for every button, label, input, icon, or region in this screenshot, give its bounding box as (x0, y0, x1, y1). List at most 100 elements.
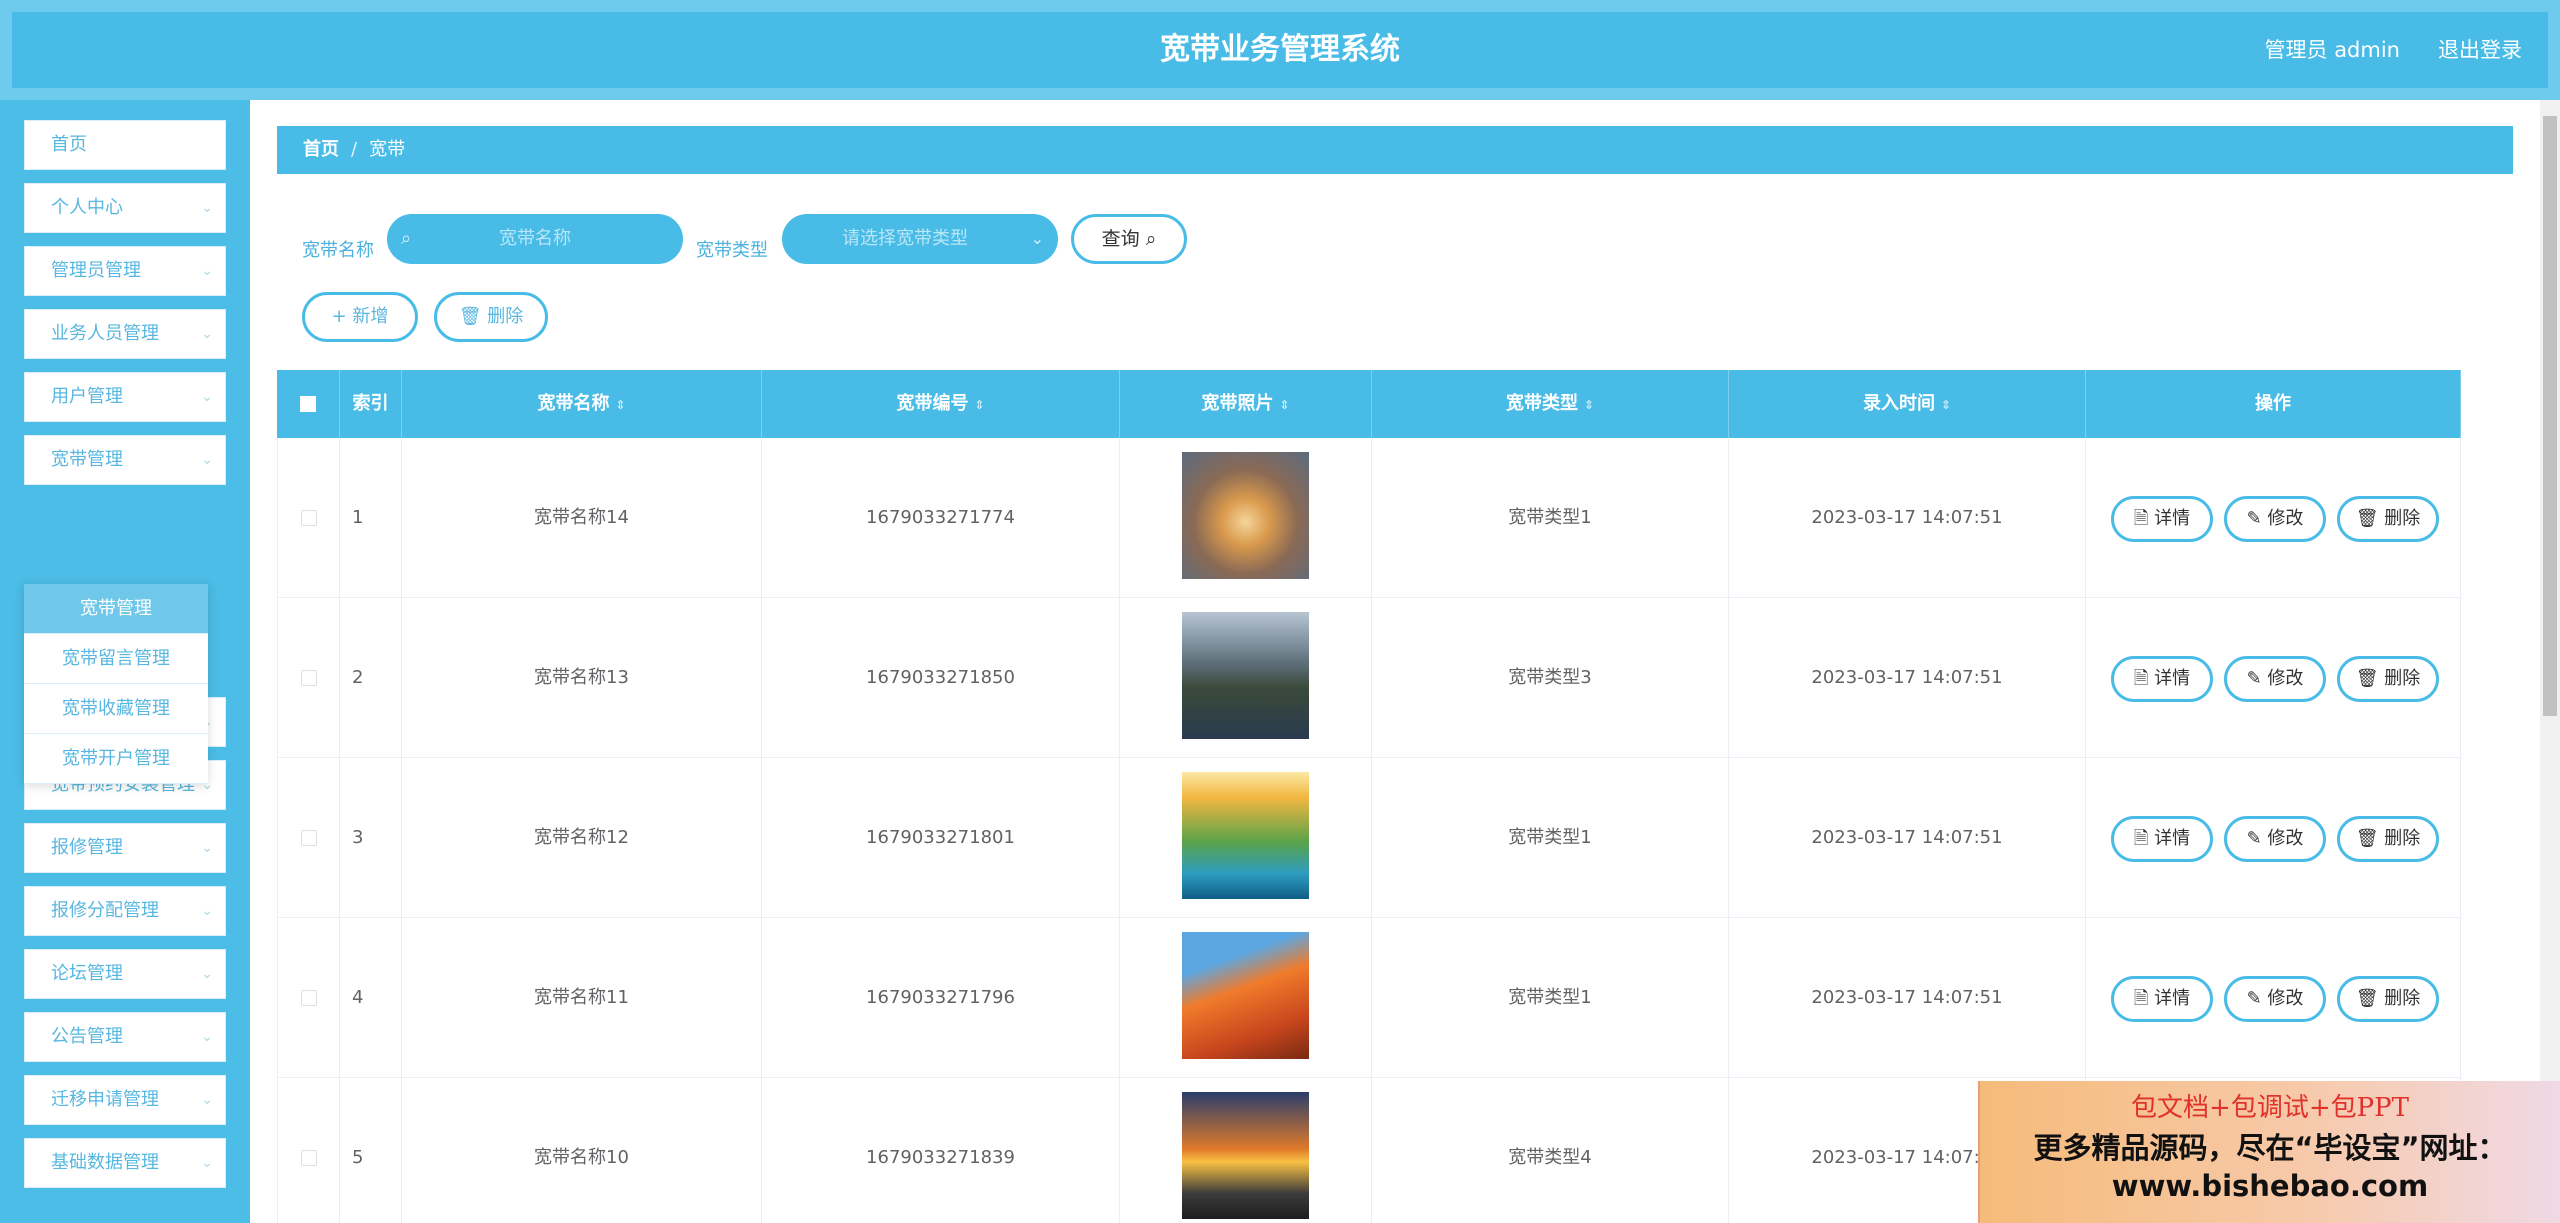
edit-button[interactable]: ✎ 修改 (2224, 976, 2326, 1022)
sidebar-item[interactable]: 论坛管理 ⌄ (24, 949, 226, 999)
delete-button-label: 删除 (2384, 828, 2421, 849)
index-cell: 2 (340, 598, 402, 758)
delete-button[interactable]: 🗑 删除 (2337, 816, 2439, 862)
type-cell: 宽带类型1 (1372, 758, 1729, 918)
code-cell: 1679033271839 (762, 1078, 1120, 1223)
column-header-label: 宽带类型 (1505, 393, 1578, 414)
column-header[interactable]: 宽带照片 ⇕ (1120, 370, 1372, 438)
photo-thumbnail[interactable] (1182, 932, 1309, 1059)
detail-button[interactable]: 🗎 详情 (2111, 656, 2213, 702)
sidebar-item[interactable]: 个人中心 ⌄ (24, 183, 226, 233)
photo-cell (1120, 758, 1372, 918)
header-bar: 宽带业务管理系统 管理员 admin 退出登录 (12, 12, 2548, 88)
add-button-label: 新增 (352, 306, 389, 327)
breadcrumb-home[interactable]: 首页 (303, 139, 339, 160)
column-header[interactable]: 宽带编号 ⇕ (762, 370, 1120, 438)
sidebar-item[interactable]: 管理员管理 ⌄ (24, 246, 226, 296)
row-select-cell (277, 598, 340, 758)
logout-link[interactable]: 退出登录 (2438, 12, 2522, 88)
page-scrollbar[interactable] (2540, 100, 2560, 1223)
promo-line-2: 更多精品源码，尽在“毕设宝”网址： (2033, 1131, 2507, 1165)
row-checkbox[interactable] (300, 510, 317, 526)
edit-button[interactable]: ✎ 修改 (2224, 656, 2326, 702)
edit-button[interactable]: ✎ 修改 (2224, 496, 2326, 542)
row-checkbox[interactable] (300, 1150, 317, 1166)
row-select-cell (277, 438, 340, 598)
detail-button[interactable]: 🗎 详情 (2111, 496, 2213, 542)
row-checkbox[interactable] (300, 670, 317, 686)
photo-thumbnail[interactable] (1182, 772, 1309, 899)
type-cell: 宽带类型4 (1372, 1078, 1729, 1223)
sidebar-item-label: 论坛管理 (51, 963, 123, 984)
column-header-label: 宽带照片 (1201, 393, 1274, 414)
chevron-down-icon: ⌄ (1030, 229, 1044, 248)
promo-url: www.bishebao.com (2111, 1169, 2429, 1203)
breadcrumb-current: 宽带 (369, 139, 406, 160)
photo-cell (1120, 1078, 1372, 1223)
sort-icon[interactable]: ⇕ (974, 398, 984, 412)
sort-icon[interactable]: ⇕ (1584, 398, 1594, 412)
sidebar-item[interactable]: 报修分配管理 ⌄ (24, 886, 226, 936)
submenu-item[interactable]: 宽带收藏管理 (24, 684, 208, 734)
submenu-item[interactable]: 宽带管理 (24, 584, 208, 634)
sidebar-item-label: 报修分配管理 (51, 900, 159, 921)
delete-button[interactable]: 🗑 删除 (2337, 656, 2439, 702)
row-checkbox[interactable] (300, 990, 317, 1006)
sidebar-item[interactable]: 首页 (24, 120, 226, 170)
sort-icon[interactable]: ⇕ (1279, 398, 1289, 412)
table-row: 2 宽带名称13 1679033271850 宽带类型3 2023-03-17 14:0… (277, 598, 2461, 758)
sidebar-item[interactable]: 基础数据管理 ⌄ (24, 1138, 226, 1188)
scrollbar-thumb[interactable] (2543, 116, 2557, 716)
sidebar-item[interactable]: 业务人员管理 ⌄ (24, 309, 226, 359)
query-button-label: 查询 (1101, 228, 1140, 250)
add-button[interactable]: + 新增 (302, 292, 418, 342)
query-button[interactable]: 查询 ⌕ (1071, 214, 1187, 264)
submenu-item[interactable]: 宽带留言管理 (24, 634, 208, 684)
sidebar-item[interactable]: 公告管理 ⌄ (24, 1012, 226, 1062)
photo-thumbnail[interactable] (1182, 1092, 1309, 1219)
time-cell: 2023-03-17 14:07:51 (1729, 438, 2086, 598)
actions-cell: 🗎 详情✎ 修改🗑 删除 (2086, 438, 2461, 598)
sidebar-item[interactable]: 迁移申请管理 ⌄ (24, 1075, 226, 1125)
delete-button[interactable]: 🗑 删除 (2337, 496, 2439, 542)
column-header[interactable]: 宽带名称 ⇕ (402, 370, 762, 438)
sidebar-item[interactable]: 宽带管理 ⌄ (24, 435, 226, 485)
sort-icon[interactable]: ⇕ (615, 398, 625, 412)
name-cell: 宽带名称10 (402, 1078, 762, 1223)
name-search-input[interactable]: ⌕ 宽带名称 (387, 214, 683, 264)
select-all-checkbox[interactable] (300, 396, 316, 412)
column-header: 索引 (340, 370, 402, 438)
photo-thumbnail[interactable] (1182, 612, 1309, 739)
trash-icon: 🗑 (2355, 508, 2379, 529)
code-cell: 1679033271850 (762, 598, 1120, 758)
chevron-down-icon: ⌄ (201, 263, 213, 279)
index-cell: 3 (340, 758, 402, 918)
sidebar-item-label: 个人中心 (51, 197, 123, 218)
trash-icon: 🗑 (2355, 828, 2379, 849)
batch-delete-button[interactable]: 🗑 删除 (434, 292, 548, 342)
detail-button[interactable]: 🗎 详情 (2111, 976, 2213, 1022)
pencil-icon: ✎ (2246, 828, 2262, 849)
detail-button-label: 详情 (2154, 828, 2191, 849)
column-header[interactable]: 宽带类型 ⇕ (1372, 370, 1729, 438)
detail-button[interactable]: 🗎 详情 (2111, 816, 2213, 862)
code-cell: 1679033271774 (762, 438, 1120, 598)
table-row: 3 宽带名称12 1679033271801 宽带类型1 2023-03-17 14:0… (277, 758, 2461, 918)
edit-button-label: 修改 (2267, 668, 2304, 689)
column-header[interactable]: 录入时间 ⇕ (1729, 370, 2086, 438)
delete-button[interactable]: 🗑 删除 (2337, 976, 2439, 1022)
sort-icon[interactable]: ⇕ (1941, 398, 1951, 412)
submenu-popup: 宽带管理 宽带留言管理 宽带收藏管理 宽带开户管理 (24, 584, 208, 784)
sidebar-item[interactable]: 报修管理 ⌄ (24, 823, 226, 873)
row-checkbox[interactable] (300, 830, 317, 846)
plus-icon: + (331, 306, 347, 327)
edit-button[interactable]: ✎ 修改 (2224, 816, 2326, 862)
column-header-label: 索引 (352, 393, 389, 414)
type-select-placeholder: 请选择宽带类型 (842, 228, 968, 249)
type-select[interactable]: 请选择宽带类型 ⌄ (782, 214, 1058, 264)
edit-button-label: 修改 (2267, 508, 2304, 529)
photo-thumbnail[interactable] (1182, 452, 1309, 579)
name-cell: 宽带名称12 (402, 758, 762, 918)
sidebar-item[interactable]: 用户管理 ⌄ (24, 372, 226, 422)
submenu-item[interactable]: 宽带开户管理 (24, 734, 208, 784)
